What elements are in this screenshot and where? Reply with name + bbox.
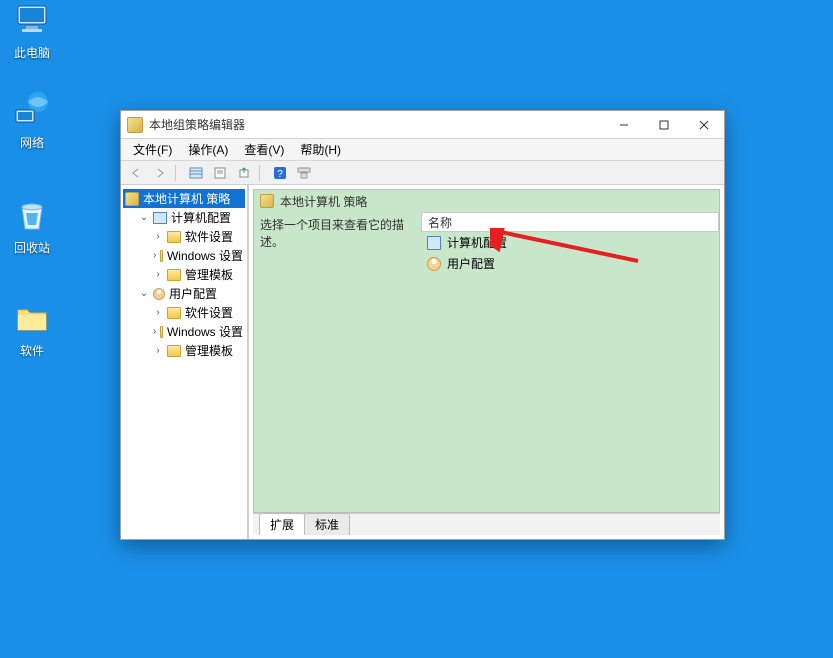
expand-icon[interactable]: › [153, 250, 156, 261]
right-split: 选择一个项目来查看它的描述。 名称 计算机配置 [254, 212, 719, 512]
folder-icon [167, 269, 181, 281]
folder-icon [167, 307, 181, 319]
tree-node-label: Windows 设置 [167, 247, 243, 264]
tree-root-node[interactable]: 本地计算机 策略 [123, 189, 245, 208]
desktop-icon-label: 软件 [2, 342, 62, 359]
desktop-icon-recyclebin[interactable]: 回收站 [2, 195, 62, 256]
toolbar-separator [175, 165, 181, 181]
right-header: 本地计算机 策略 [254, 190, 719, 212]
maximize-button[interactable] [644, 111, 684, 139]
tree-node-label: 管理模板 [185, 266, 233, 283]
folder-icon [167, 345, 181, 357]
folder-icon [160, 250, 163, 262]
tree-node-label: Windows 设置 [167, 323, 243, 340]
toolbar-separator [259, 165, 265, 181]
computer-icon [153, 212, 167, 224]
tree-node-label: 软件设置 [185, 228, 233, 245]
folder-icon [167, 231, 181, 243]
menu-view[interactable]: 查看(V) [236, 139, 292, 160]
root-icon [125, 192, 139, 206]
filter-button[interactable] [293, 163, 315, 183]
tree-root-label: 本地计算机 策略 [143, 190, 230, 207]
forward-button [149, 163, 171, 183]
tabs-row: 扩展 标准 [253, 513, 720, 535]
tree-node-label: 软件设置 [185, 304, 233, 321]
right-pane: 本地计算机 策略 选择一个项目来查看它的描述。 名称 计算机配置 [248, 185, 724, 539]
tree-user-config[interactable]: ⌄ 用户配置 [137, 284, 245, 303]
tree-node-label: 计算机配置 [171, 209, 231, 226]
tab-label: 扩展 [270, 518, 294, 532]
toolbar: ? [121, 161, 724, 185]
tab-standard[interactable]: 标准 [304, 513, 350, 535]
user-icon [427, 257, 441, 271]
desktop-icon-label: 网络 [2, 134, 62, 151]
menu-action[interactable]: 操作(A) [180, 139, 236, 160]
tree-user-windows[interactable]: › Windows 设置 [151, 322, 245, 341]
list-item-label: 计算机配置 [447, 234, 507, 251]
svg-text:?: ? [277, 169, 283, 180]
folder-icon [160, 326, 163, 338]
expand-icon[interactable]: › [153, 345, 163, 356]
detail-view-button[interactable] [185, 163, 207, 183]
list-pane: 名称 计算机配置 用户配置 [421, 212, 719, 512]
window-title: 本地组策略编辑器 [149, 116, 604, 133]
list-item-user-config[interactable]: 用户配置 [421, 253, 719, 274]
description-text: 选择一个项目来查看它的描述。 [260, 218, 404, 249]
thispc-icon [12, 0, 52, 40]
tree-comp-software[interactable]: › 软件设置 [151, 227, 245, 246]
desktop-icon-label: 此电脑 [2, 44, 62, 61]
tree-comp-windows[interactable]: › Windows 设置 [151, 246, 245, 265]
collapse-icon[interactable]: ⌄ [139, 288, 149, 299]
app-icon [127, 117, 143, 133]
column-name-label: 名称 [428, 214, 452, 231]
gpedit-window: 本地组策略编辑器 文件(F) 操作(A) 查看(V) 帮助(H) [120, 110, 725, 540]
tree-node-label: 管理模板 [185, 342, 233, 359]
export-button[interactable] [233, 163, 255, 183]
tree-user-software[interactable]: › 软件设置 [151, 303, 245, 322]
tree-computer-config[interactable]: ⌄ 计算机配置 [137, 208, 245, 227]
header-icon [260, 194, 274, 208]
content-area: 本地计算机 策略 ⌄ 计算机配置 › 软件设置 › Windows 设置 [121, 185, 724, 539]
collapse-icon[interactable]: ⌄ [139, 212, 149, 223]
tree-comp-templates[interactable]: › 管理模板 [151, 265, 245, 284]
list-body: 计算机配置 用户配置 [421, 232, 719, 512]
titlebar[interactable]: 本地组策略编辑器 [121, 111, 724, 139]
list-column-header[interactable]: 名称 [421, 212, 719, 232]
network-icon [12, 90, 52, 130]
description-pane: 选择一个项目来查看它的描述。 [254, 212, 421, 512]
properties-button[interactable] [209, 163, 231, 183]
menubar: 文件(F) 操作(A) 查看(V) 帮助(H) [121, 139, 724, 161]
help-button[interactable]: ? [269, 163, 291, 183]
menu-file[interactable]: 文件(F) [125, 139, 180, 160]
expand-icon[interactable]: › [153, 307, 163, 318]
desktop-icon-thispc[interactable]: 此电脑 [2, 0, 62, 61]
minimize-button[interactable] [604, 111, 644, 139]
expand-icon[interactable]: › [153, 231, 163, 242]
tab-extended[interactable]: 扩展 [259, 513, 305, 535]
desktop-icon-software[interactable]: 软件 [2, 298, 62, 359]
right-header-label: 本地计算机 策略 [280, 193, 367, 210]
menu-help[interactable]: 帮助(H) [292, 139, 349, 160]
back-button [125, 163, 147, 183]
recyclebin-icon [12, 195, 52, 235]
desktop-icon-network[interactable]: 网络 [2, 90, 62, 151]
list-item-label: 用户配置 [447, 255, 495, 272]
user-icon [153, 288, 165, 300]
desktop-icon-label: 回收站 [2, 239, 62, 256]
tree-pane[interactable]: 本地计算机 策略 ⌄ 计算机配置 › 软件设置 › Windows 设置 [121, 185, 248, 539]
tree-user-templates[interactable]: › 管理模板 [151, 341, 245, 360]
list-item-computer-config[interactable]: 计算机配置 [421, 232, 719, 253]
tab-label: 标准 [315, 518, 339, 532]
folder-icon [12, 298, 52, 338]
tree-node-label: 用户配置 [169, 285, 217, 302]
right-inner: 本地计算机 策略 选择一个项目来查看它的描述。 名称 计算机配置 [253, 189, 720, 513]
expand-icon[interactable]: › [153, 326, 156, 337]
expand-icon[interactable]: › [153, 269, 163, 280]
computer-icon [427, 236, 441, 250]
close-button[interactable] [684, 111, 724, 139]
